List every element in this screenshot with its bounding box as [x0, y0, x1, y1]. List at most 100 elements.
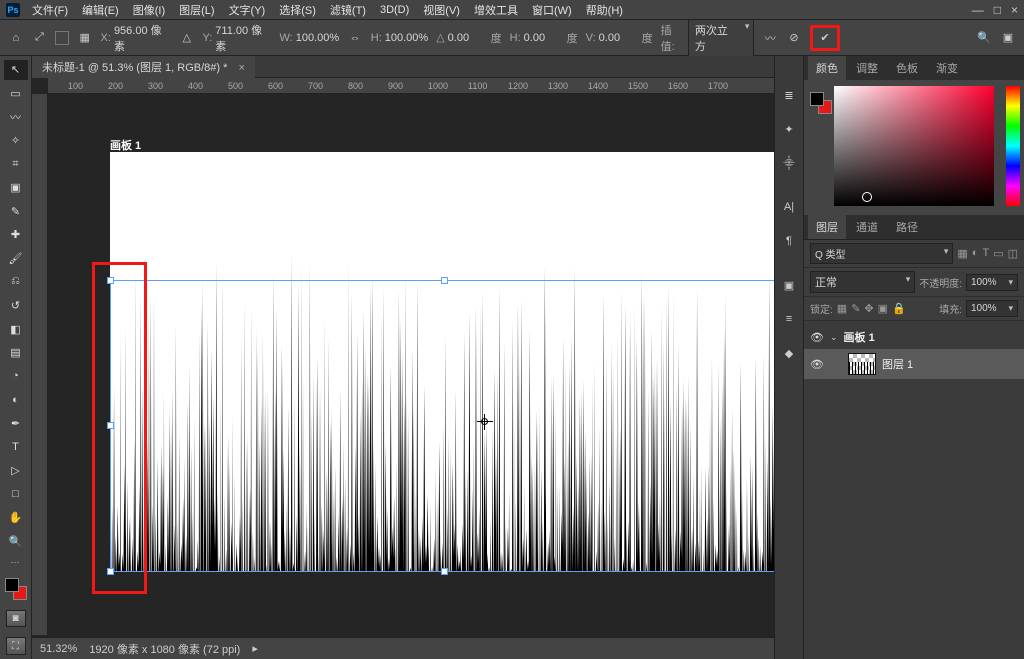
status-docinfo[interactable]: 1920 像素 x 1080 像素 (72 ppi) — [89, 641, 240, 657]
filter-type-icon[interactable]: T — [982, 247, 989, 260]
tool-path-select[interactable]: ▷ — [4, 461, 28, 481]
menu-plugins[interactable]: 增效工具 — [468, 0, 524, 20]
lock-all-icon[interactable]: 🔒 — [892, 302, 906, 315]
handle-bm[interactable] — [441, 568, 448, 575]
fill-value[interactable]: 100% — [966, 300, 1018, 317]
tool-hand[interactable]: ✋ — [4, 508, 28, 528]
filter-adjust-icon[interactable]: ◐ — [972, 247, 979, 260]
blend-mode-dropdown[interactable]: 正常 — [810, 271, 915, 293]
window-minimize[interactable]: — — [972, 3, 984, 17]
angle-value[interactable]: 0.00 — [448, 32, 488, 44]
tool-brush[interactable]: 🖌 — [4, 249, 28, 269]
styles-panel-icon[interactable]: ◆ — [780, 344, 798, 362]
window-close[interactable]: × — [1011, 3, 1018, 17]
visibility-eye-icon[interactable]: 👁 — [810, 331, 824, 344]
interpolation-dropdown[interactable]: 两次立方 — [688, 19, 755, 57]
tool-move[interactable]: ↖ — [4, 60, 28, 80]
status-zoom[interactable]: 51.32% — [40, 643, 77, 655]
chevron-down-icon[interactable]: ⌄ — [830, 332, 838, 343]
tool-eraser[interactable]: ◧ — [4, 319, 28, 339]
tool-dodge[interactable]: ◐ — [4, 390, 28, 410]
tool-gradient[interactable]: ▤ — [4, 343, 28, 363]
cancel-transform-icon[interactable]: ⊘ — [786, 30, 802, 46]
tab-channels[interactable]: 通道 — [848, 215, 886, 239]
tool-lasso[interactable]: 〰 — [4, 107, 28, 127]
workspace-icon[interactable]: ▣ — [1000, 30, 1016, 46]
menu-window[interactable]: 窗口(W) — [526, 0, 578, 20]
filter-smart-icon[interactable]: ◫ — [1008, 247, 1018, 260]
tool-magic-wand[interactable]: ✧ — [4, 131, 28, 151]
commit-transform-icon[interactable]: ✔ — [817, 30, 833, 46]
menu-edit[interactable]: 编辑(E) — [76, 0, 125, 20]
status-more-icon[interactable]: ▸ — [252, 642, 258, 655]
triangle-icon[interactable]: △ — [179, 30, 195, 46]
foreground-color[interactable] — [5, 578, 19, 592]
reference-point-icon[interactable] — [55, 31, 69, 45]
tool-history-brush[interactable]: ↺ — [4, 296, 28, 316]
tab-layers[interactable]: 图层 — [808, 215, 846, 239]
tool-rectangle[interactable]: □ — [4, 484, 28, 504]
character-panel-icon[interactable]: A| — [780, 198, 798, 216]
tool-clone[interactable]: ⎌ — [4, 272, 28, 292]
close-tab-icon[interactable]: × — [238, 62, 244, 74]
w-value[interactable]: 100.00% — [296, 32, 339, 44]
color-swatches[interactable] — [5, 578, 27, 600]
lock-icons[interactable]: ▦ ✎ ✥ ▣ 🔒 — [837, 302, 906, 315]
menu-layer[interactable]: 图层(L) — [173, 0, 220, 20]
artboard-label[interactable]: 画板 1 — [110, 137, 141, 153]
quick-mask-icon[interactable]: ◙ — [6, 610, 26, 628]
menu-3d[interactable]: 3D(D) — [374, 2, 415, 18]
menu-select[interactable]: 选择(S) — [273, 0, 322, 20]
reference-grid-icon[interactable]: ▦ — [77, 30, 93, 46]
lock-trans-icon[interactable]: ▦ — [837, 302, 847, 315]
warp-icon[interactable]: 〰 — [762, 30, 778, 46]
tool-crop[interactable]: ⌗ — [4, 154, 28, 174]
handle-tm[interactable] — [441, 277, 448, 284]
visibility-eye-icon[interactable]: 👁 — [810, 358, 824, 371]
lock-pixel-icon[interactable]: ✎ — [851, 302, 860, 315]
brushes-panel-icon[interactable]: ⸎ — [780, 154, 798, 172]
hue-slider[interactable] — [1006, 86, 1020, 206]
paragraph-panel-icon[interactable]: ¶ — [780, 232, 798, 250]
actions-panel-icon[interactable]: ≡ — [780, 310, 798, 328]
menu-image[interactable]: 图像(I) — [127, 0, 171, 20]
color-field[interactable] — [834, 86, 994, 206]
tool-pen[interactable]: ✒ — [4, 414, 28, 434]
tool-type[interactable]: T — [4, 437, 28, 457]
menu-filter[interactable]: 滤镜(T) — [324, 0, 372, 20]
lock-artboard-icon[interactable]: ▣ — [878, 302, 888, 315]
link-icon[interactable]: ⇔ — [347, 30, 363, 46]
h-value[interactable]: 100.00% — [385, 32, 428, 44]
lock-pos-icon[interactable]: ✥ — [864, 302, 873, 315]
menu-help[interactable]: 帮助(H) — [580, 0, 629, 20]
tab-paths[interactable]: 路径 — [888, 215, 926, 239]
ruler-vertical[interactable] — [32, 94, 48, 635]
panel-swatches[interactable] — [810, 92, 832, 114]
vskew-value[interactable]: 0.00 — [599, 32, 639, 44]
layer-thumbnail[interactable] — [848, 353, 876, 375]
tool-spot-heal[interactable]: ✚ — [4, 225, 28, 245]
y-value[interactable]: 711.00 像素 — [215, 22, 271, 54]
menu-file[interactable]: 文件(F) — [26, 0, 74, 20]
tool-frame[interactable]: ▣ — [4, 178, 28, 198]
panel-foreground[interactable] — [810, 92, 824, 106]
layer-item[interactable]: 👁 图层 1 — [804, 349, 1024, 379]
properties-panel-icon[interactable]: ✦ — [780, 120, 798, 138]
opacity-value[interactable]: 100% — [966, 274, 1018, 291]
filter-pixel-icon[interactable]: ▦ — [957, 247, 967, 260]
ruler-horizontal[interactable]: 1002003004005006007008009001000110012001… — [48, 78, 774, 94]
transform-pivot-icon[interactable] — [477, 414, 493, 430]
libraries-panel-icon[interactable]: ▣ — [780, 276, 798, 294]
tool-eyedropper[interactable]: ✎ — [4, 201, 28, 221]
layer-filter-type[interactable]: Q 类型 — [810, 243, 953, 264]
tab-gradient[interactable]: 渐变 — [928, 56, 966, 80]
tool-more[interactable]: ⋯ — [11, 557, 21, 568]
artboard-layer-item[interactable]: 👁 ⌄ 画板 1 — [804, 325, 1024, 349]
tab-adjust[interactable]: 调整 — [848, 56, 886, 80]
transform-bounding-box[interactable] — [110, 280, 774, 572]
tool-rect-marquee[interactable]: ▭ — [4, 84, 28, 104]
x-value[interactable]: 956.00 像素 — [114, 22, 171, 54]
hskew-value[interactable]: 0.00 — [524, 32, 564, 44]
filter-shape-icon[interactable]: ▭ — [993, 247, 1003, 260]
history-panel-icon[interactable]: ≣ — [780, 86, 798, 104]
